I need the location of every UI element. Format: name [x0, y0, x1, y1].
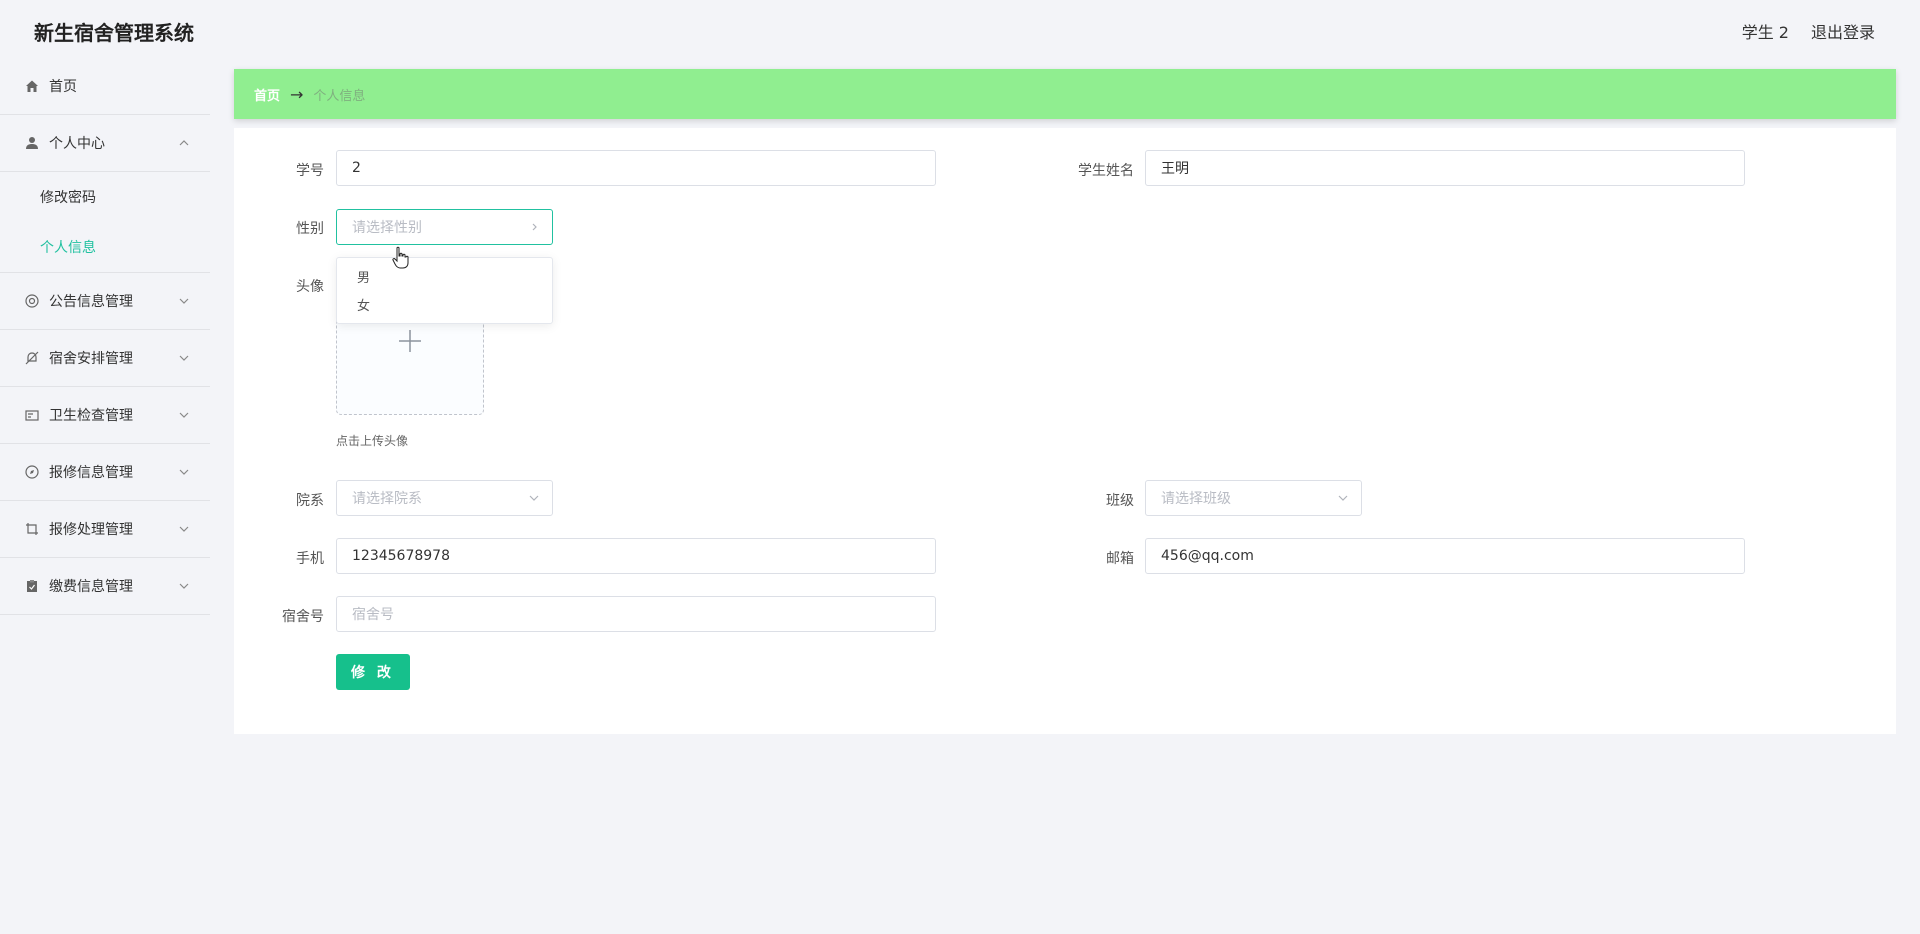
phone-label: 手机 [296, 551, 324, 567]
gender-dropdown: 男 女 [336, 257, 553, 324]
home-icon [24, 78, 40, 94]
chevron-down-icon [178, 352, 190, 364]
gender-option-female[interactable]: 女 [337, 290, 552, 318]
current-user-label[interactable]: 学生 2 [1742, 19, 1789, 43]
chevron-down-icon [1337, 492, 1349, 504]
chevron-down-icon [528, 492, 540, 504]
sidebar-item-repair-processing[interactable]: 报修处理管理 [0, 501, 210, 558]
phone-input[interactable]: 12345678978 [336, 538, 936, 574]
sidebar-item-personal-info[interactable]: 个人信息 [0, 222, 210, 272]
email-label: 邮箱 [1106, 551, 1134, 567]
lifebuoy-icon [24, 293, 40, 309]
gender-label: 性别 [296, 221, 324, 237]
sidebar: 首页 个人中心 修改密码 个人信息 公告信息管理 宿舍安排管理 卫生检查管理 报… [0, 58, 210, 934]
chevron-down-icon [178, 523, 190, 535]
class-select-placeholder: 请选择班级 [1161, 491, 1231, 507]
sidebar-item-repair-info[interactable]: 报修信息管理 [0, 444, 210, 501]
breadcrumb-home-link[interactable]: 首页 [254, 85, 280, 104]
crop-icon [24, 521, 40, 537]
compass-icon [24, 464, 40, 480]
chevron-up-icon [178, 137, 190, 149]
dorm-input[interactable]: 宿舍号 [336, 596, 936, 632]
id-card-icon [24, 407, 40, 423]
sidebar-item-change-password[interactable]: 修改密码 [0, 172, 210, 222]
top-header: 新生宿舍管理系统 学生 2 退出登录 [0, 0, 1920, 58]
sidebar-item-dorm-arrangement[interactable]: 宿舍安排管理 [0, 330, 210, 387]
sidebar-item-notice-management[interactable]: 公告信息管理 [0, 273, 210, 330]
class-select[interactable]: 请选择班级 [1145, 480, 1362, 516]
student-name-label: 学生姓名 [1078, 163, 1134, 179]
logout-link[interactable]: 退出登录 [1811, 19, 1875, 43]
chevron-down-icon [178, 295, 190, 307]
header-user-area: 学生 2 退出登录 [1742, 19, 1875, 43]
plus-icon [397, 328, 423, 358]
submit-button[interactable]: 修 改 [336, 654, 410, 690]
sidebar-item-label: 首页 [49, 79, 77, 95]
department-select[interactable]: 请选择院系 [336, 480, 553, 516]
chevron-right-icon [528, 221, 540, 233]
personal-center-submenu: 修改密码 个人信息 [0, 172, 210, 273]
breadcrumb: 首页 → 个人信息 [234, 69, 1896, 119]
breadcrumb-current: 个人信息 [313, 88, 366, 104]
sidebar-item-hygiene-check[interactable]: 卫生检查管理 [0, 387, 210, 444]
sidebar-item-payment-info[interactable]: 缴费信息管理 [0, 558, 210, 615]
sidebar-item-label: 公告信息管理 [49, 294, 133, 310]
avatar-upload-hint: 点击上传头像 [336, 434, 409, 448]
clipboard-icon [24, 578, 40, 594]
email-input[interactable]: 456@qq.com [1145, 538, 1745, 574]
chevron-down-icon [178, 466, 190, 478]
gender-select-placeholder: 请选择性别 [352, 220, 422, 236]
bell-off-icon [24, 350, 40, 366]
chevron-down-icon [178, 580, 190, 592]
dorm-label: 宿舍号 [282, 609, 324, 625]
sidebar-item-label: 报修信息管理 [49, 465, 133, 481]
sidebar-item-label: 缴费信息管理 [49, 579, 133, 595]
class-label: 班级 [1106, 493, 1134, 509]
sidebar-item-label: 宿舍安排管理 [49, 351, 133, 367]
sidebar-item-home[interactable]: 首页 [0, 58, 210, 115]
sidebar-item-label: 个人中心 [49, 136, 105, 152]
department-label: 院系 [296, 493, 324, 509]
gender-select[interactable]: 请选择性别 [336, 209, 553, 245]
sidebar-item-personal-center[interactable]: 个人中心 [0, 115, 210, 172]
student-id-label: 学号 [296, 163, 324, 179]
avatar-label: 头像 [296, 279, 324, 295]
chevron-down-icon [178, 409, 190, 421]
breadcrumb-arrow-icon: → [290, 84, 304, 104]
student-name-input[interactable]: 王明 [1145, 150, 1745, 186]
student-id-input[interactable]: 2 [336, 150, 936, 186]
gender-option-male[interactable]: 男 [337, 262, 552, 290]
sidebar-item-label: 报修处理管理 [49, 522, 133, 538]
hand-cursor-icon [392, 246, 410, 270]
user-icon [24, 135, 40, 151]
sidebar-item-label: 卫生检查管理 [49, 408, 133, 424]
app-title: 新生宿舍管理系统 [34, 21, 194, 45]
department-select-placeholder: 请选择院系 [352, 491, 422, 507]
